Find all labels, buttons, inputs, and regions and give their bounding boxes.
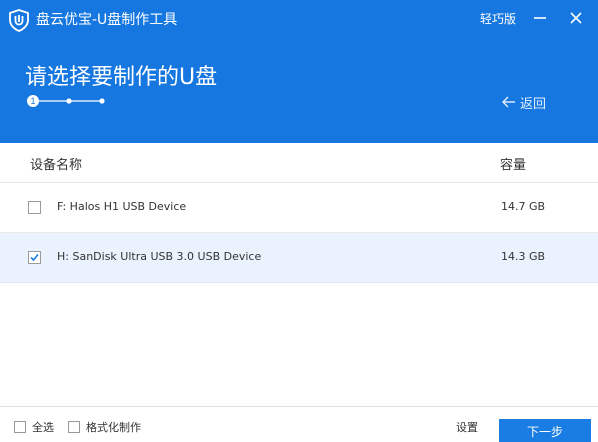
step-indicator: 1 bbox=[27, 95, 105, 107]
device-checkbox[interactable] bbox=[28, 201, 41, 214]
checkmark-icon bbox=[30, 253, 39, 262]
device-size: 14.3 GB bbox=[501, 250, 546, 263]
device-checkbox[interactable] bbox=[28, 251, 41, 264]
select-all-checkbox[interactable] bbox=[14, 421, 26, 433]
settings-link[interactable]: 设置 bbox=[456, 419, 478, 435]
step-2-dot bbox=[66, 98, 72, 104]
edition-label: 轻巧版 bbox=[480, 12, 517, 26]
header-banner: 盘云优宝-U盘制作工具 轻巧版 请选择要制作的U盘 1 返回 bbox=[0, 0, 598, 143]
page-title: 请选择要制作的U盘 bbox=[25, 65, 218, 90]
close-icon[interactable] bbox=[566, 8, 586, 28]
footer-bar: 全选 格式化制作 设置 下一步 bbox=[0, 406, 598, 442]
device-size: 14.7 GB bbox=[501, 200, 546, 213]
table-header: 设备名称 容量 bbox=[0, 143, 598, 183]
format-option[interactable]: 格式化制作 bbox=[68, 419, 141, 435]
arrow-left-icon bbox=[502, 96, 515, 108]
table-row[interactable]: F: Halos H1 USB Device 14.7 GB bbox=[0, 183, 598, 233]
back-button[interactable]: 返回 bbox=[502, 92, 546, 112]
shield-logo-icon bbox=[9, 9, 29, 32]
table-row[interactable]: H: SanDisk Ultra USB 3.0 USB Device 14.3… bbox=[0, 233, 598, 283]
device-name: F: Halos H1 USB Device bbox=[57, 200, 187, 213]
next-step-button[interactable]: 下一步 bbox=[499, 419, 591, 442]
column-capacity: 容量 bbox=[500, 158, 527, 173]
device-name: H: SanDisk Ultra USB 3.0 USB Device bbox=[57, 250, 262, 263]
format-label: 格式化制作 bbox=[86, 421, 141, 434]
format-checkbox[interactable] bbox=[68, 421, 80, 433]
minimize-icon[interactable] bbox=[530, 8, 550, 28]
column-device-name: 设备名称 bbox=[30, 158, 83, 173]
step-3-dot bbox=[99, 98, 105, 104]
back-label: 返回 bbox=[520, 96, 547, 112]
select-all-label: 全选 bbox=[32, 421, 54, 434]
step-1-number: 1 bbox=[30, 96, 35, 106]
app-title: 盘云优宝-U盘制作工具 bbox=[36, 12, 178, 28]
select-all-option[interactable]: 全选 bbox=[14, 419, 54, 435]
